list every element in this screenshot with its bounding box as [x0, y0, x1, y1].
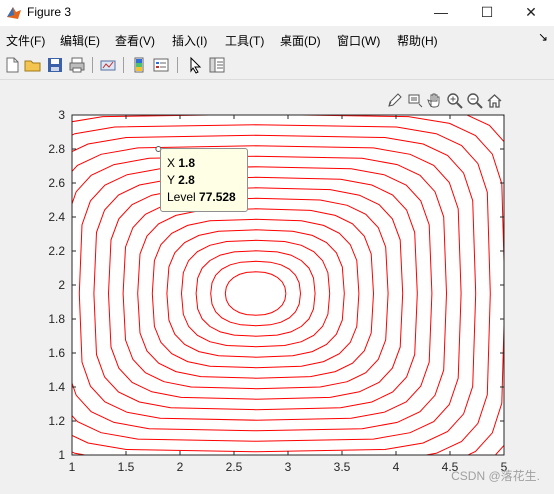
y-tick-label: 2.2 [48, 244, 65, 258]
zoom-in-icon[interactable] [446, 92, 463, 109]
zoom-out-icon[interactable] [466, 92, 483, 109]
datatip-y-row: Y 2.8 [167, 172, 247, 189]
x-tick-label: 3.5 [334, 460, 351, 474]
x-tick-label: 3 [285, 460, 292, 474]
y-tick-label: 3 [58, 108, 65, 122]
datatip-level-row: Level 77.528 [167, 189, 247, 206]
x-tick-label: 2 [177, 460, 184, 474]
x-tick-label: 4 [393, 460, 400, 474]
y-tick-label: 1.4 [48, 380, 65, 394]
datatip-level-value: 77.528 [199, 190, 236, 204]
x-tick-label: 1.5 [118, 460, 135, 474]
x-tick-label: 1 [69, 460, 76, 474]
y-tick-label: 2.4 [48, 210, 65, 224]
data-tips-icon[interactable] [407, 92, 424, 109]
watermark: CSDN @落花生. [451, 469, 540, 483]
brush-icon[interactable] [387, 92, 404, 109]
y-tick-label: 2.8 [48, 142, 65, 156]
datatip-y-label: Y [167, 173, 175, 187]
y-tick-label: 2.6 [48, 176, 65, 190]
y-tick-label: 2 [58, 278, 65, 292]
y-tick-label: 1.8 [48, 312, 65, 326]
datatip-x-value: 1.8 [178, 156, 196, 170]
home-icon[interactable] [486, 92, 503, 109]
datatip-x-label: X [167, 156, 176, 170]
datatip-y-value: 2.8 [178, 173, 195, 187]
datatip-level-label: Level [167, 190, 196, 204]
contour-plot[interactable]: 1 1.5 2 2.5 3 3.5 4 4.5 511.21.41.61.822.22.42.6… [0, 0, 554, 494]
datatip-box[interactable]: X 1.8 Y 2.8 Level 77.528 [160, 148, 248, 212]
y-tick-label: 1 [58, 448, 65, 462]
x-tick-label: 2.5 [226, 460, 243, 474]
y-tick-label: 1.2 [48, 414, 65, 428]
pan-icon[interactable] [426, 92, 443, 109]
axes-background [71, 114, 505, 456]
datatip-x-row: X 1.8 [167, 155, 247, 172]
y-tick-label: 1.6 [48, 346, 65, 360]
